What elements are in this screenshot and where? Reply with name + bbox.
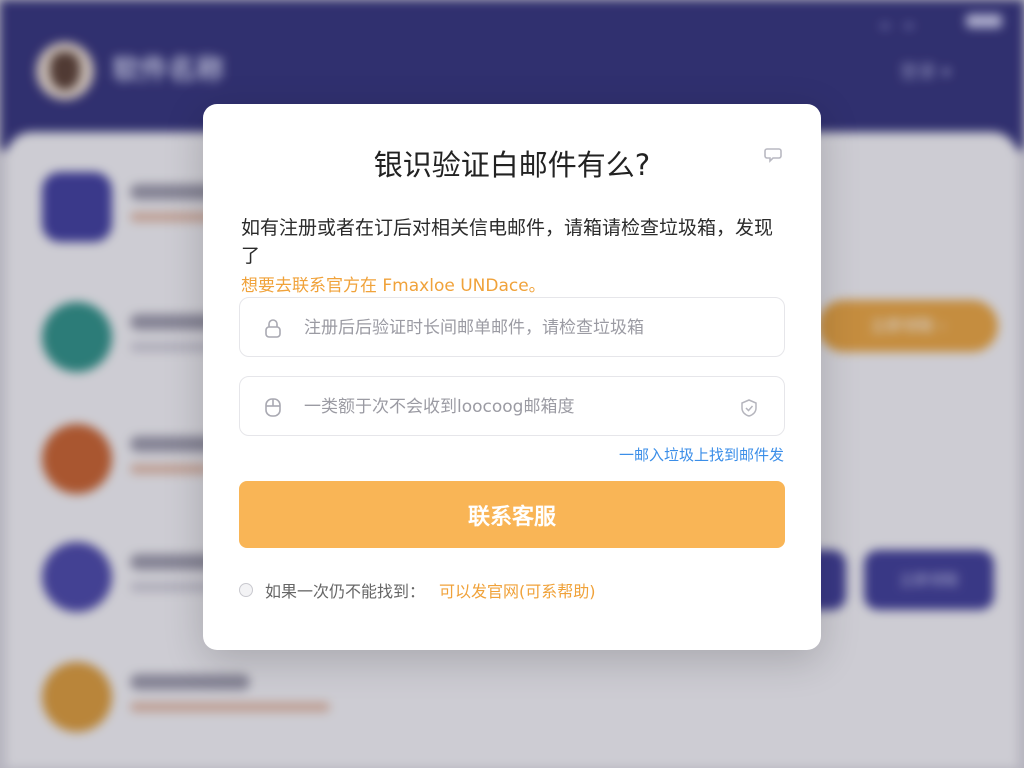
footer-note: 如果一次仍不能找到： 可以发官网(可系帮助)	[239, 578, 785, 602]
footer-prefix: 如果一次仍不能找到：	[265, 582, 426, 601]
dialog-title: 银识验证白邮件有么?	[373, 148, 651, 182]
radio-dot-icon[interactable]	[239, 583, 253, 597]
code-input[interactable]	[302, 387, 736, 427]
junk-folder-link[interactable]: 一邮入垃圾上找到邮件发	[583, 444, 784, 465]
dialog-description: 如有注册或者在订后对相关信电邮件，请箱请检查垃圾箱，发现了 想要去联系官方在 F…	[241, 214, 786, 300]
description-text: 如有注册或者在订后对相关信电邮件，请箱请检查垃圾箱，发现了	[241, 217, 774, 267]
email-field[interactable]	[239, 297, 785, 357]
contact-support-button[interactable]: 联系客服	[239, 481, 785, 548]
shield-check-icon[interactable]	[738, 397, 760, 419]
mouse-icon	[265, 398, 281, 417]
lock-icon	[265, 319, 281, 338]
email-help-dialog: 银识验证白邮件有么? 如有注册或者在订后对相关信电邮件，请箱请检查垃圾箱，发现了…	[203, 104, 821, 650]
description-highlight: 想要去联系官方在 Fmaxloe UNDace。	[241, 276, 546, 296]
help-bubble-icon[interactable]	[759, 140, 787, 168]
official-site-link[interactable]: 可以发官网(可系帮助)	[439, 578, 596, 602]
code-field[interactable]	[239, 376, 785, 436]
email-input[interactable]	[302, 308, 736, 348]
